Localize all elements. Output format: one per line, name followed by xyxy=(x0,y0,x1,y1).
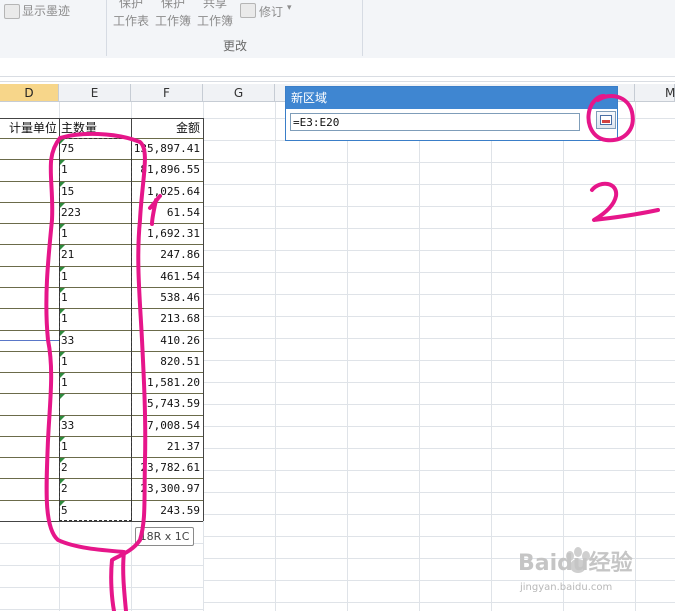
row-gridline xyxy=(203,162,675,163)
amount-cell[interactable]: 820.51 xyxy=(131,351,203,372)
row-gridline xyxy=(203,294,675,295)
amount-cell[interactable]: 243.59 xyxy=(131,500,203,521)
range-reference-input[interactable]: =E3:E20 xyxy=(290,113,580,131)
dialog-title[interactable]: 新区域 xyxy=(286,87,617,109)
share-book-button[interactable]: 工作簿 xyxy=(197,12,233,29)
watermark-url: jingyan.baidu.com xyxy=(519,582,612,593)
row-gridline xyxy=(203,470,675,471)
amount-cell[interactable]: 7,008.54 xyxy=(131,415,203,436)
row-gridline xyxy=(0,609,203,610)
show-ink-button[interactable]: 显示墨迹 xyxy=(22,2,70,19)
ink-icon xyxy=(4,4,20,19)
amount-cell[interactable]: 213.68 xyxy=(131,308,203,329)
amount-cell[interactable]: 1,692.31 xyxy=(131,223,203,244)
amount-cell[interactable]: 21.37 xyxy=(131,436,203,457)
row-gridline xyxy=(203,250,675,251)
new-range-dialog[interactable]: 新区域 =E3:E20 xyxy=(285,86,618,141)
row-gridline xyxy=(203,272,675,273)
ribbon-group-separator xyxy=(106,0,107,56)
column-header-e[interactable]: E xyxy=(59,84,131,102)
column-header-f[interactable]: F xyxy=(131,84,203,102)
row-gridline xyxy=(203,536,675,537)
row-gridline xyxy=(203,404,675,405)
group-changes-label: 更改 xyxy=(223,39,248,53)
share-book-label-top[interactable]: 共享 xyxy=(203,0,227,11)
row-gridline xyxy=(203,514,675,515)
track-changes-button[interactable]: 修订 xyxy=(259,3,283,20)
amount-cell[interactable]: 23,300.97 xyxy=(131,478,203,499)
baidu-watermark: Baidu经验 jingyan.baidu.com xyxy=(512,540,672,606)
column-header-m[interactable]: M xyxy=(635,84,675,102)
ribbon: 显示墨迹 保护 工作表 保护 工作簿 共享 工作簿 修订 ▾ 更改 xyxy=(0,0,675,59)
protect-sheet-label-top[interactable]: 保护 xyxy=(119,0,143,11)
ribbon-group-separator xyxy=(362,0,363,56)
row-gridline xyxy=(203,382,675,383)
protect-book-label-top[interactable]: 保护 xyxy=(161,0,185,11)
amount-cell[interactable]: 61.54 xyxy=(131,202,203,223)
column-header-g[interactable]: G xyxy=(203,84,275,102)
row-gridline xyxy=(203,360,675,361)
formula-bar-area xyxy=(0,58,675,84)
header-unit[interactable]: 计量单位 xyxy=(0,118,59,138)
amount-cell[interactable]: 135,897.41 xyxy=(131,138,203,159)
row-gridline xyxy=(0,587,203,588)
protect-sheet-button[interactable]: 工作表 xyxy=(113,12,149,29)
header-amount[interactable]: 金额 xyxy=(131,118,203,138)
row-gridline xyxy=(203,206,675,207)
amount-cell[interactable]: 81,896.55 xyxy=(131,159,203,180)
row-gridline xyxy=(0,565,203,566)
amount-cell[interactable]: 23,782.61 xyxy=(131,457,203,478)
watermark-brand: Baidu经验 xyxy=(518,550,633,576)
row-gridline xyxy=(203,228,675,229)
row-gridline xyxy=(203,426,675,427)
row-gridline xyxy=(203,338,675,339)
track-changes-icon xyxy=(240,3,256,18)
row-gridline xyxy=(203,316,675,317)
amount-cell[interactable]: 410.26 xyxy=(131,330,203,351)
amount-cell[interactable]: 247.86 xyxy=(131,244,203,265)
amount-cell[interactable]: 538.46 xyxy=(131,287,203,308)
chevron-down-icon[interactable]: ▾ xyxy=(287,3,292,13)
column-header-d[interactable]: D xyxy=(0,84,59,102)
amount-cell[interactable]: 461.54 xyxy=(131,266,203,287)
expand-dialog-button[interactable] xyxy=(596,111,616,129)
row-gridline xyxy=(203,184,675,185)
protect-book-button[interactable]: 工作簿 xyxy=(155,12,191,29)
header-qty[interactable]: 主数量 xyxy=(59,118,131,138)
amount-cell[interactable]: 5,743.59 xyxy=(131,393,203,414)
selection-marquee xyxy=(59,138,132,521)
amount-cell[interactable]: 1,025.64 xyxy=(131,181,203,202)
range-expand-icon xyxy=(600,115,612,125)
row-gridline xyxy=(203,448,675,449)
amount-cell[interactable]: 1,581.20 xyxy=(131,372,203,393)
selection-size-tooltip: 18R x 1C xyxy=(135,527,194,546)
row-gridline xyxy=(203,492,675,493)
worksheet-grid[interactable]: D E F G M 计量单位 主数量 金额 75 135,897.41 1 81… xyxy=(0,84,675,611)
